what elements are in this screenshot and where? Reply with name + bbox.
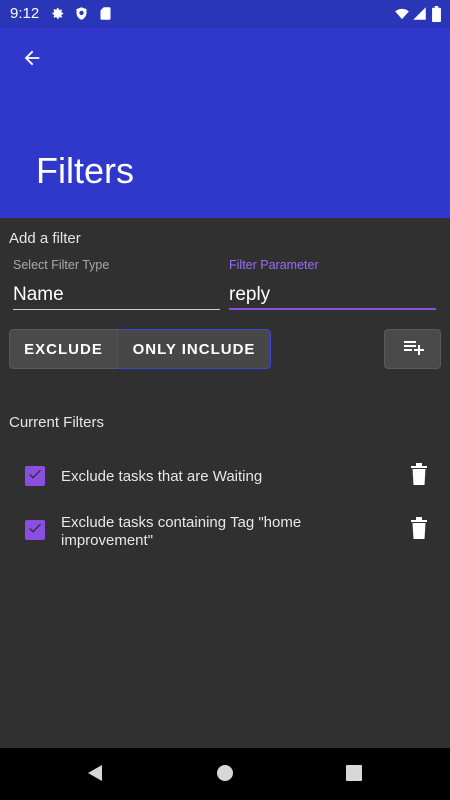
filter-type-select[interactable]: Name [13, 280, 220, 310]
nav-recents-button[interactable] [343, 764, 365, 786]
status-time: 9:12 [10, 5, 40, 22]
mode-toggle-group: EXCLUDE ONLY INCLUDE [9, 329, 271, 369]
back-triangle-icon [86, 764, 104, 787]
filter-parameter-input[interactable]: reply [229, 280, 436, 310]
only-include-toggle-button[interactable]: ONLY INCLUDE [117, 329, 271, 369]
page-title: Filters [36, 150, 134, 191]
delete-filter-button[interactable] [408, 462, 430, 490]
trash-icon [410, 462, 428, 490]
arrow-back-icon [21, 47, 43, 74]
home-circle-icon [216, 764, 234, 787]
battery-icon [432, 6, 441, 22]
playlist-add-icon [401, 335, 425, 364]
nav-home-button[interactable] [214, 764, 236, 786]
filter-type-underline [13, 309, 220, 310]
current-filters-heading: Current Filters [9, 414, 105, 431]
filter-parameter-caption: Filter Parameter [229, 258, 319, 272]
filter-label: Exclude tasks that are Waiting [61, 468, 263, 485]
filter-checkbox[interactable] [25, 520, 45, 540]
shield-icon [74, 6, 89, 21]
filter-type-caption: Select Filter Type [13, 258, 110, 272]
signal-icon [412, 6, 427, 21]
status-bar: 9:12 [0, 0, 450, 28]
check-icon [27, 466, 43, 487]
filter-label: Exclude tasks containing Tag "home impro… [61, 514, 302, 549]
delete-filter-button[interactable] [408, 516, 430, 544]
add-filter-button[interactable] [384, 329, 441, 369]
filter-parameter-underline [229, 308, 436, 310]
wifi-icon [394, 6, 409, 21]
exclude-toggle-button[interactable]: EXCLUDE [9, 329, 117, 369]
back-button[interactable] [14, 42, 50, 78]
trash-icon [410, 516, 428, 544]
recents-square-icon [346, 764, 362, 786]
app-bar: Filters [0, 28, 450, 218]
filter-checkbox[interactable] [25, 466, 45, 486]
gear-icon [50, 6, 65, 21]
nav-back-button[interactable] [84, 764, 106, 786]
sd-card-icon [98, 6, 113, 21]
add-filter-heading: Add a filter [9, 230, 81, 247]
navigation-bar [0, 748, 450, 800]
check-icon [27, 520, 43, 541]
